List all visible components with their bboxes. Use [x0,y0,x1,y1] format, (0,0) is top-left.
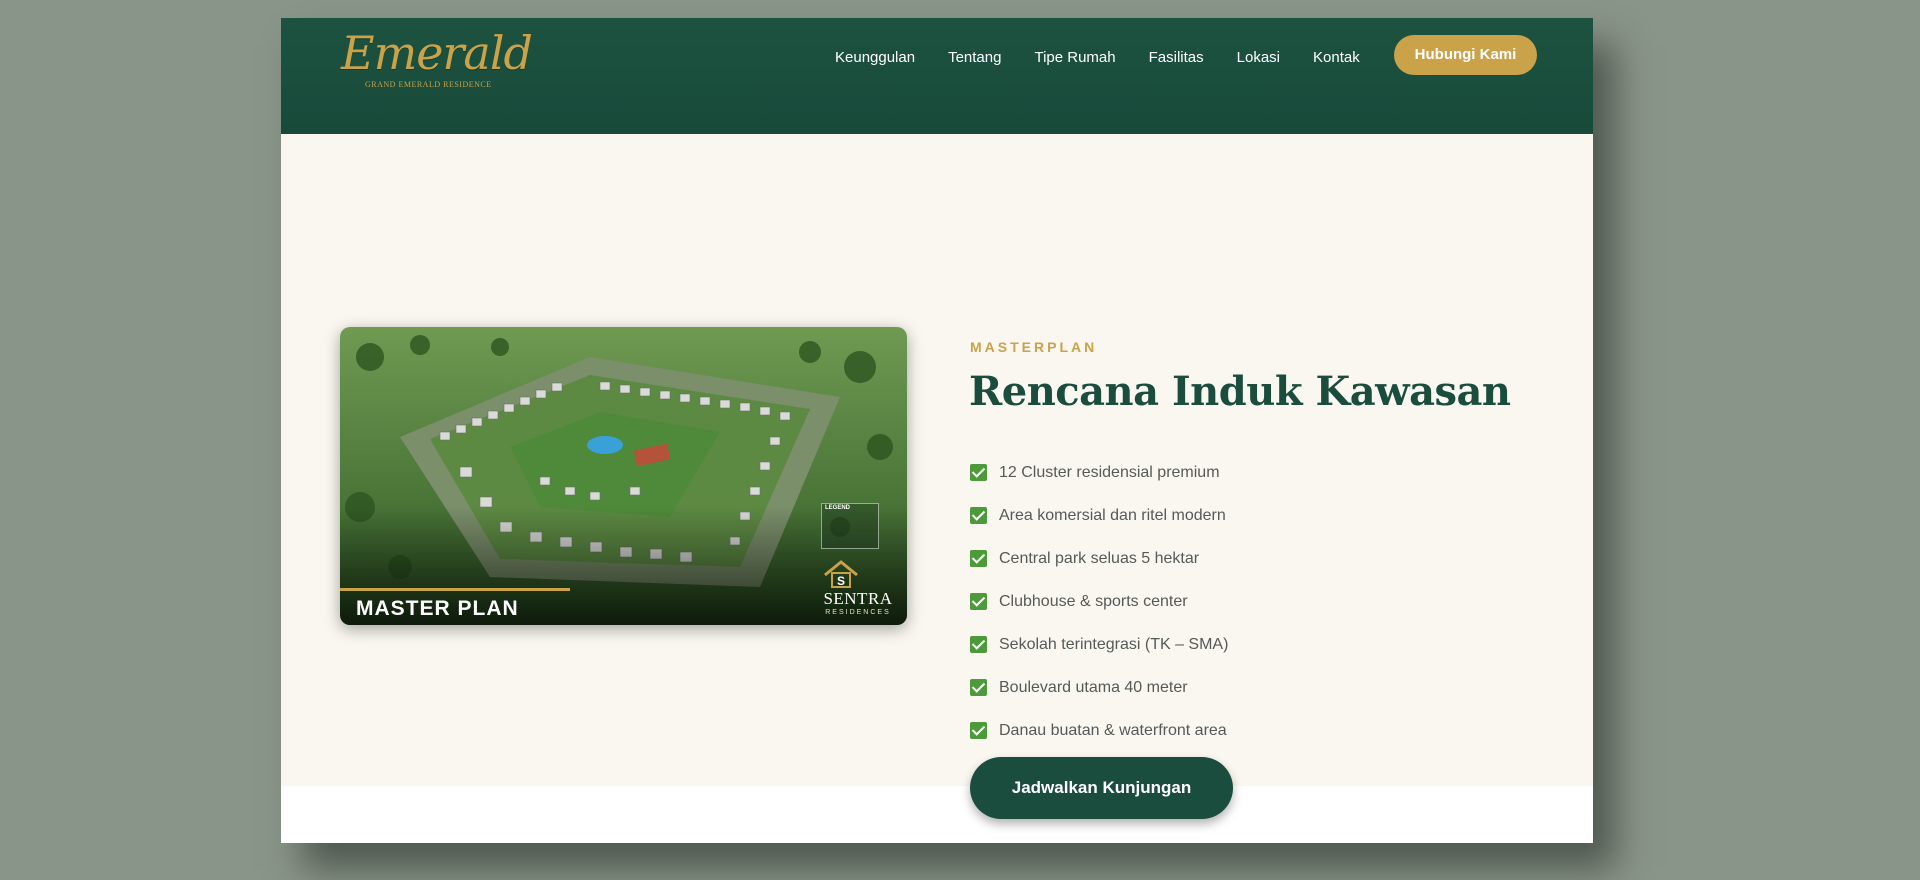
feature-text: Sekolah terintegrasi (TK – SMA) [999,635,1229,653]
list-item: Clubhouse & sports center [970,580,1228,623]
site-header: Emerald GRAND EMERALD RESIDENCE Keunggul… [281,18,1593,134]
list-item: 12 Cluster residensial premium [970,451,1228,494]
nav-lokasi[interactable]: Lokasi [1237,46,1280,70]
nav-tentang[interactable]: Tentang [948,46,1001,70]
plan-legend: LEGEND [821,503,879,549]
feature-list: 12 Cluster residensial premium Area kome… [970,451,1228,752]
feature-text: Danau buatan & waterfront area [999,721,1227,739]
check-icon [970,722,987,739]
nav-keunggulan[interactable]: Keunggulan [835,46,915,70]
nav-fasilitas[interactable]: Fasilitas [1149,46,1204,70]
check-icon [970,464,987,481]
check-icon [970,679,987,696]
plan-label-bar [340,588,570,591]
feature-text: Central park seluas 5 hektar [999,549,1200,567]
list-item: Central park seluas 5 hektar [970,537,1228,580]
check-icon [970,636,987,653]
contact-button[interactable]: Hubungi Kami [1394,35,1537,75]
feature-text: 12 Cluster residensial premium [999,463,1220,481]
list-item: Sekolah terintegrasi (TK – SMA) [970,623,1228,666]
legend-title: LEGEND [825,505,851,511]
section-eyebrow: MASTERPLAN [970,339,1098,355]
feature-text: Boulevard utama 40 meter [999,678,1188,696]
check-icon [970,593,987,610]
list-item: Danau buatan & waterfront area [970,709,1228,752]
brand-name: SENTRA [823,589,893,608]
masterplan-section: LEGEND MASTER PLAN S SENTRA RESIDENCES M… [281,134,1593,819]
brand-subtitle: RESIDENCES [825,609,891,616]
nav-kontak[interactable]: Kontak [1313,46,1360,70]
logo-subtitle: GRAND EMERALD RESIDENCE [365,80,492,89]
check-icon [970,550,987,567]
schedule-visit-button[interactable]: Jadwalkan Kunjungan [970,757,1233,819]
site-logo[interactable]: Emerald GRAND EMERALD RESIDENCE [341,26,533,89]
section-title: Rencana Induk Kawasan [969,368,1511,415]
plan-label: MASTER PLAN [356,597,519,620]
feature-text: Area komersial dan ritel modern [999,506,1226,524]
main-nav: Keunggulan Tentang Tipe Rumah Fasilitas … [835,46,1393,70]
sentra-brand: S SENTRA RESIDENCES [821,559,895,616]
browser-viewport: Emerald GRAND EMERALD RESIDENCE Keunggul… [281,18,1593,843]
nav-tipe-rumah[interactable]: Tipe Rumah [1034,46,1115,70]
feature-text: Clubhouse & sports center [999,592,1188,610]
list-item: Boulevard utama 40 meter [970,666,1228,709]
masterplan-image: LEGEND MASTER PLAN S SENTRA RESIDENCES [340,327,907,625]
house-logo-icon: S [824,560,858,588]
list-item: Area komersial dan ritel modern [970,494,1228,537]
svg-text:S: S [837,574,845,588]
logo-text: Emerald [341,26,533,80]
check-icon [970,507,987,524]
